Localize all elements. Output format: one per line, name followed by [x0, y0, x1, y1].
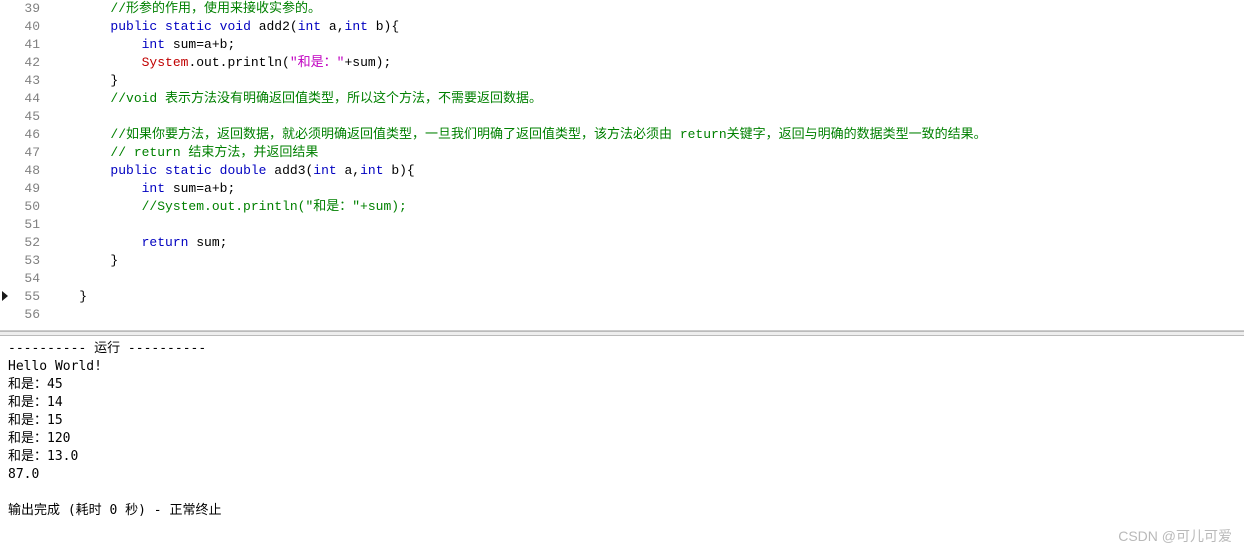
code-content[interactable]: int sum=a+b; — [48, 36, 1244, 54]
code-content[interactable]: } — [48, 288, 1244, 306]
line-number: 41 — [0, 36, 48, 54]
code-line[interactable]: 53 } — [0, 252, 1244, 270]
line-number: 42 — [0, 54, 48, 72]
code-content[interactable] — [48, 306, 1244, 324]
line-number: 48 — [0, 162, 48, 180]
line-number: 39 — [0, 0, 48, 18]
line-number: 46 — [0, 126, 48, 144]
line-number: 44 — [0, 90, 48, 108]
breakpoint-marker-icon — [2, 291, 8, 301]
code-line[interactable]: 40 public static void add2(int a,int b){ — [0, 18, 1244, 36]
code-line[interactable]: 56 — [0, 306, 1244, 324]
line-number: 49 — [0, 180, 48, 198]
code-line[interactable]: 49 int sum=a+b; — [0, 180, 1244, 198]
code-line[interactable]: 54 — [0, 270, 1244, 288]
code-content[interactable] — [48, 270, 1244, 288]
line-number: 51 — [0, 216, 48, 234]
code-content[interactable]: } — [48, 72, 1244, 90]
code-content[interactable]: //System.out.println("和是："+sum); — [48, 198, 1244, 216]
code-line[interactable]: 47 // return 结束方法，并返回结果 — [0, 144, 1244, 162]
line-number: 40 — [0, 18, 48, 36]
line-number: 53 — [0, 252, 48, 270]
code-content[interactable] — [48, 216, 1244, 234]
code-content[interactable]: //形参的作用，使用来接收实参的。 — [48, 0, 1244, 18]
line-number: 50 — [0, 198, 48, 216]
code-line[interactable]: 39 //形参的作用，使用来接收实参的。 — [0, 0, 1244, 18]
code-line[interactable]: 41 int sum=a+b; — [0, 36, 1244, 54]
code-content[interactable]: public static void add2(int a,int b){ — [48, 18, 1244, 36]
code-editor[interactable]: 39 //形参的作用，使用来接收实参的。40 public static voi… — [0, 0, 1244, 331]
line-number: 56 — [0, 306, 48, 324]
code-content[interactable] — [48, 108, 1244, 126]
line-number: 52 — [0, 234, 48, 252]
code-content[interactable]: } — [48, 252, 1244, 270]
line-number: 54 — [0, 270, 48, 288]
code-content[interactable]: System.out.println("和是："+sum); — [48, 54, 1244, 72]
code-line[interactable]: 45 — [0, 108, 1244, 126]
line-number: 47 — [0, 144, 48, 162]
code-line[interactable]: 52 return sum; — [0, 234, 1244, 252]
code-line[interactable]: 43 } — [0, 72, 1244, 90]
code-line[interactable]: 50 //System.out.println("和是："+sum); — [0, 198, 1244, 216]
code-line[interactable]: 48 public static double add3(int a,int b… — [0, 162, 1244, 180]
code-content[interactable]: //如果你要方法，返回数据，就必须明确返回值类型，一旦我们明确了返回值类型，该方… — [48, 126, 1244, 144]
code-line[interactable]: 44 //void 表示方法没有明确返回值类型，所以这个方法，不需要返回数据。 — [0, 90, 1244, 108]
code-line[interactable]: 46 //如果你要方法，返回数据，就必须明确返回值类型，一旦我们明确了返回值类型… — [0, 126, 1244, 144]
line-number: 55 — [0, 288, 48, 306]
code-line[interactable]: 42 System.out.println("和是："+sum); — [0, 54, 1244, 72]
line-number: 43 — [0, 72, 48, 90]
code-content[interactable]: // return 结束方法，并返回结果 — [48, 144, 1244, 162]
code-content[interactable]: int sum=a+b; — [48, 180, 1244, 198]
code-content[interactable]: //void 表示方法没有明确返回值类型，所以这个方法，不需要返回数据。 — [48, 90, 1244, 108]
code-content[interactable]: public static double add3(int a,int b){ — [48, 162, 1244, 180]
line-number: 45 — [0, 108, 48, 126]
code-content[interactable]: return sum; — [48, 234, 1244, 252]
output-console[interactable]: ---------- 运行 ---------- Hello World! 和是… — [0, 336, 1244, 552]
code-line[interactable]: 51 — [0, 216, 1244, 234]
code-line[interactable]: 55 } — [0, 288, 1244, 306]
